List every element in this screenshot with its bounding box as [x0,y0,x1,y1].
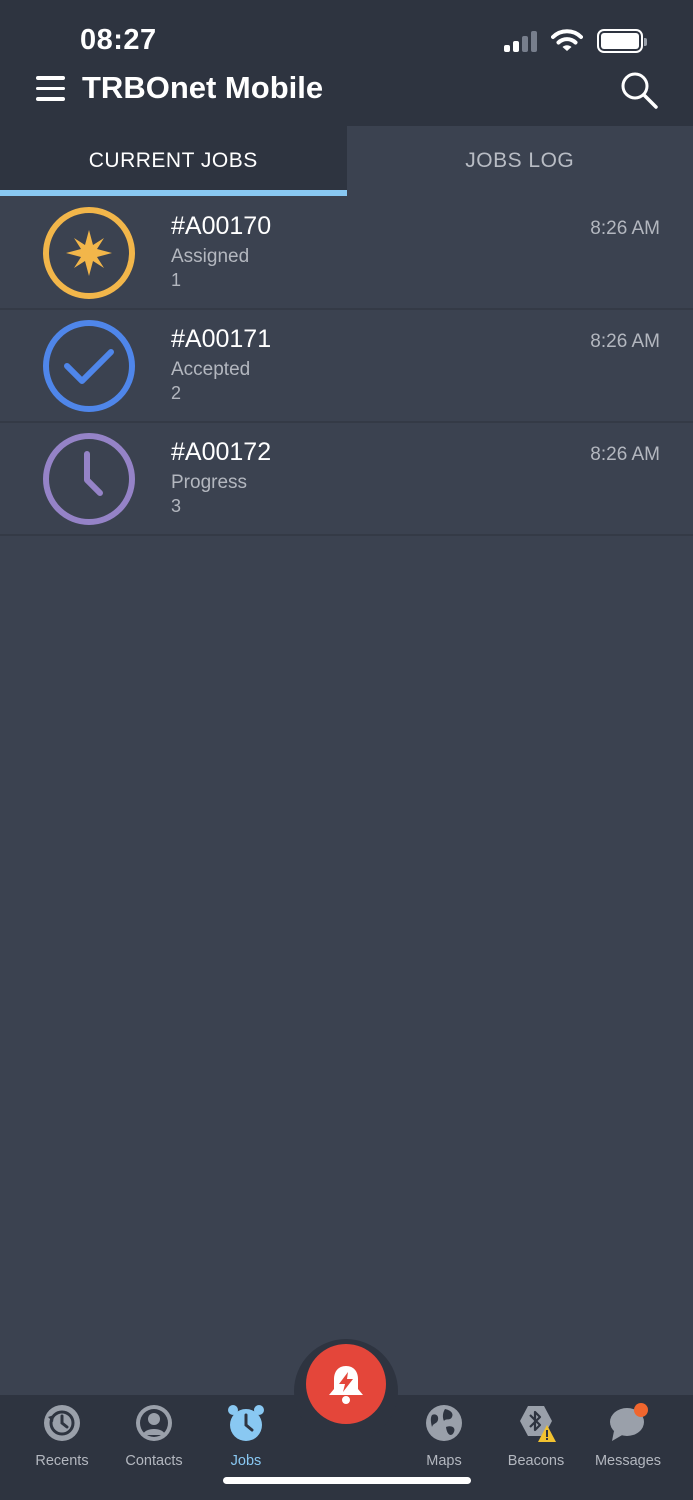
job-row[interactable]: #A00170 Assigned 1 8:26 AM [0,197,693,310]
nav-label: Jobs [230,1453,262,1469]
bottom-nav: Recents Contacts Jobs Maps Beacons Messa… [0,1339,693,1500]
job-number: 1 [171,270,182,290]
bluetooth-warning-icon [520,1406,556,1442]
job-time: 8:26 AM [590,218,660,239]
job-id: #A00172 [171,438,272,466]
job-number: 3 [171,496,182,516]
nav-maps[interactable]: Maps [399,1403,489,1469]
search-icon[interactable] [619,70,659,110]
check-icon [43,320,135,412]
clock-icon [43,433,135,525]
nav-beacons[interactable]: Beacons [491,1403,581,1469]
job-time: 8:26 AM [590,331,660,352]
wifi-icon [551,29,583,51]
job-id: #A00171 [171,325,272,353]
nav-recents[interactable]: Recents [17,1403,107,1469]
nav-label: Messages [594,1453,662,1469]
job-number: 2 [171,383,182,403]
app-title: TRBOnet Mobile [82,70,324,105]
person-icon [136,1405,172,1441]
nav-label: Maps [426,1453,462,1469]
battery-icon [597,29,647,53]
job-row[interactable]: #A00172 Progress 3 8:26 AM [0,423,693,536]
cellular-signal-icon [504,30,537,52]
alarm-button[interactable] [306,1344,386,1424]
nav-label: Beacons [507,1453,565,1469]
nav-contacts[interactable]: Contacts [109,1403,199,1469]
notification-dot [634,1403,648,1417]
job-time: 8:26 AM [590,444,660,465]
nav-messages[interactable]: Messages [583,1403,673,1469]
job-list: #A00170 Assigned 1 8:26 AM #A00171 Accep… [0,197,693,536]
star-icon [43,207,135,299]
nav-label: Contacts [125,1453,183,1469]
alarm-button-frame [294,1339,398,1443]
job-status: Progress [171,472,248,493]
job-row[interactable]: #A00171 Accepted 2 8:26 AM [0,310,693,423]
nav-jobs[interactable]: Jobs [201,1403,291,1469]
home-indicator[interactable] [223,1477,471,1484]
chat-bubble-icon [610,1403,648,1441]
globe-icon [426,1405,462,1441]
job-status: Assigned [171,246,250,267]
alarm-clock-icon [228,1405,264,1441]
job-tabs: CURRENT JOBS JOBS LOG [0,126,693,196]
job-status: Accepted [171,359,251,380]
status-icons [504,28,647,54]
history-icon [44,1405,80,1441]
nav-label: Recents [35,1453,89,1469]
status-time: 08:27 [80,24,157,56]
tab-jobs-log[interactable]: JOBS LOG [346,126,693,196]
menu-icon[interactable] [36,76,65,102]
alarm-bell-icon [329,1366,363,1404]
tab-current-jobs[interactable]: CURRENT JOBS [0,126,347,196]
job-id: #A00170 [171,212,272,240]
app-header: 08:27 TRBOnet Mobile [0,0,693,126]
